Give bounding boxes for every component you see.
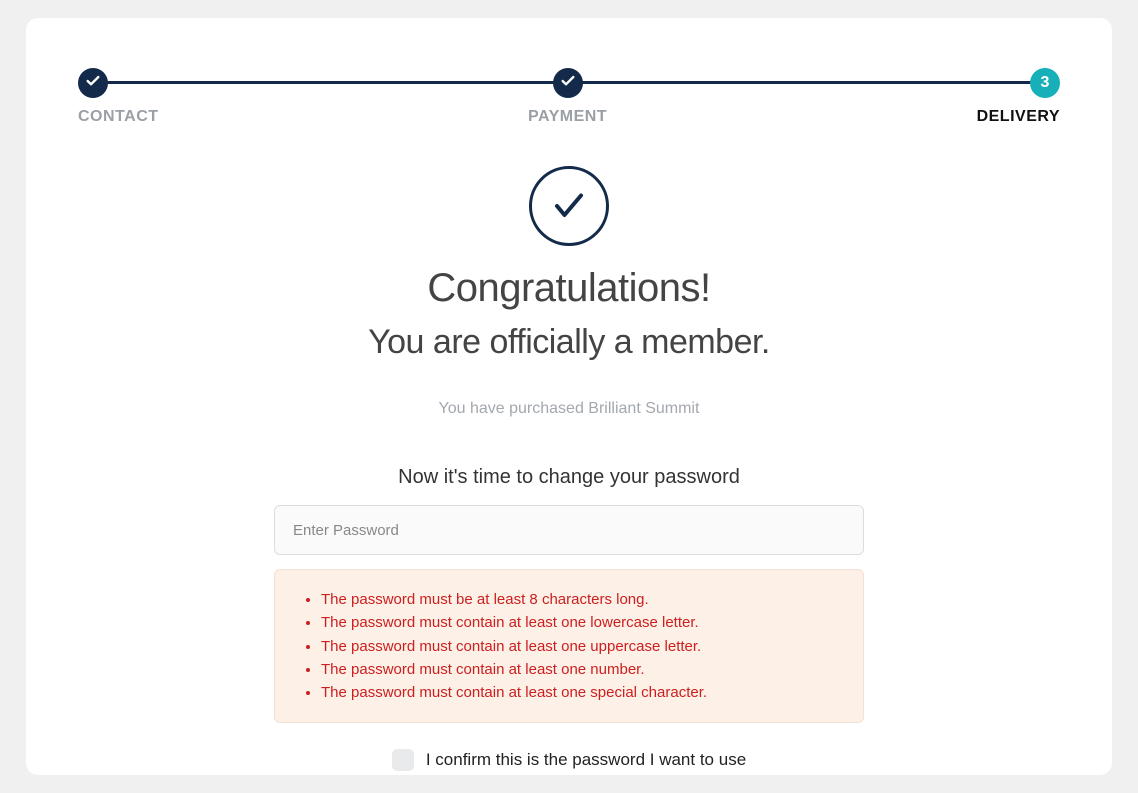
success-check-icon <box>529 166 609 246</box>
password-error-item: The password must contain at least one l… <box>321 611 835 634</box>
password-prompt: Now it's time to change your password <box>78 466 1060 489</box>
step-circle-delivery: 3 <box>1030 68 1060 98</box>
page-title: Congratulations! <box>78 266 1060 311</box>
step-contact: CONTACT <box>78 68 159 126</box>
password-form: The password must be at least 8 characte… <box>274 505 864 771</box>
step-label-delivery: DELIVERY <box>977 108 1060 126</box>
check-icon <box>560 73 576 94</box>
password-input[interactable] <box>274 505 864 555</box>
step-delivery: 3 DELIVERY <box>977 68 1060 126</box>
progress-stepper: CONTACT PAYMENT 3 DELIVERY <box>78 68 1060 126</box>
page-subtitle: You are officially a member. <box>78 323 1060 362</box>
check-icon <box>85 73 101 94</box>
success-icon-wrap <box>78 166 1060 246</box>
purchased-text: You have purchased Brilliant Summit <box>78 400 1060 418</box>
step-circle-payment <box>553 68 583 98</box>
step-payment: PAYMENT <box>528 68 607 126</box>
content: Congratulations! You are officially a me… <box>78 166 1060 771</box>
confirm-row: I confirm this is the password I want to… <box>274 749 864 771</box>
password-error-item: The password must be at least 8 characte… <box>321 588 835 611</box>
password-error-item: The password must contain at least one s… <box>321 681 835 704</box>
password-error-list: The password must be at least 8 characte… <box>303 588 835 704</box>
checkout-card: CONTACT PAYMENT 3 DELIVERY Congratulatio… <box>26 18 1112 775</box>
password-error-item: The password must contain at least one u… <box>321 635 835 658</box>
confirm-label: I confirm this is the password I want to… <box>426 750 746 770</box>
password-error-item: The password must contain at least one n… <box>321 658 835 681</box>
step-circle-contact <box>78 68 108 98</box>
password-error-box: The password must be at least 8 characte… <box>274 569 864 723</box>
step-label-payment: PAYMENT <box>528 108 607 126</box>
confirm-checkbox[interactable] <box>392 749 414 771</box>
step-label-contact: CONTACT <box>78 108 159 126</box>
